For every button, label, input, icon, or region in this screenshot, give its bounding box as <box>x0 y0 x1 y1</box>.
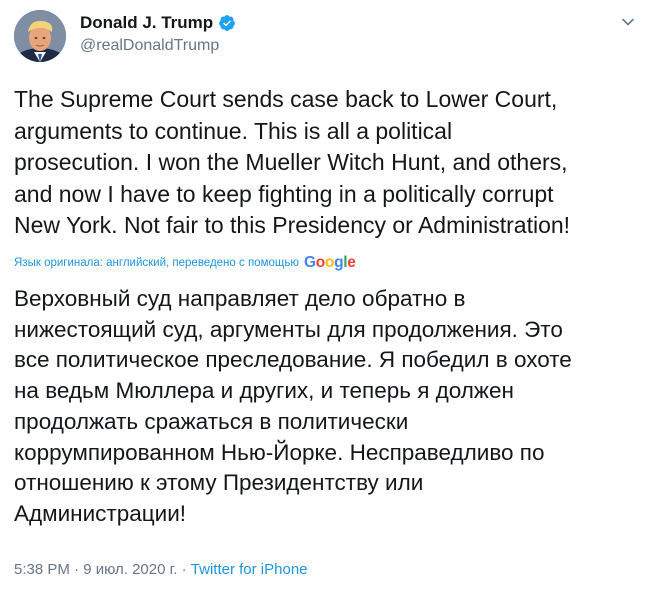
tweet-card: Donald J. Trump @realDonaldTrump The Sup… <box>0 0 648 590</box>
tweet-text-translated: Верховный суд направляет дело обратно в … <box>14 286 572 526</box>
tweet-menu-button[interactable] <box>620 14 636 30</box>
translation-note[interactable]: Язык оригинала: английский, переведено с… <box>14 257 299 269</box>
tweet-meta: 5:38 PM · 9 июл. 2020 г. · Twitter for i… <box>14 561 308 578</box>
tweet-source-link[interactable]: Twitter for iPhone <box>191 561 308 578</box>
translation-attribution[interactable]: Язык оригинала: английский, переведено с… <box>14 254 356 272</box>
google-logo: Google <box>303 254 356 271</box>
author-name-row: Donald J. Trump <box>80 13 236 33</box>
profile-photo-icon <box>14 10 66 62</box>
tweet-text-original: The Supreme Court sends case back to Low… <box>14 86 571 239</box>
tweet-timestamp[interactable]: 5:38 PM · 9 июл. 2020 г. · <box>14 561 187 578</box>
verified-badge-icon <box>219 15 236 31</box>
avatar[interactable] <box>14 10 66 62</box>
author-display-name[interactable]: Donald J. Trump <box>80 13 213 33</box>
author-handle[interactable]: @realDonaldTrump <box>80 37 219 55</box>
chevron-down-icon <box>622 18 634 26</box>
